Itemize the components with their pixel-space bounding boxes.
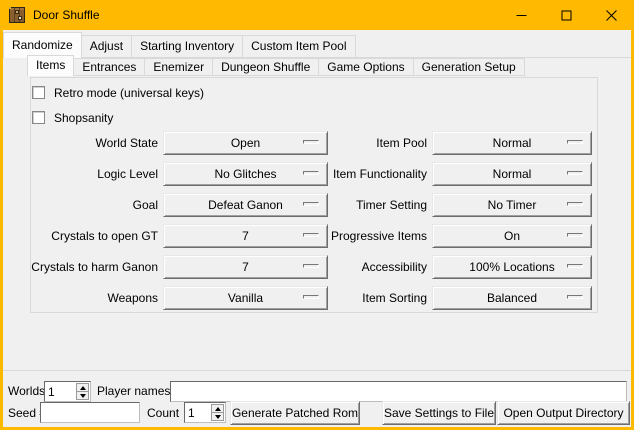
- crystals-ganon-label: Crystals to harm Ganon: [24, 255, 158, 279]
- spin-down-icon[interactable]: [211, 412, 224, 421]
- count-spinbox[interactable]: [184, 402, 226, 423]
- seed-input[interactable]: [40, 402, 140, 423]
- accessibility-value: 100% Locations: [469, 260, 554, 274]
- logic-level-dropdown[interactable]: No Glitches: [163, 162, 328, 186]
- minimize-icon: [516, 10, 527, 21]
- accessibility-dropdown[interactable]: 100% Locations: [432, 255, 592, 279]
- crystals-gt-dropdown[interactable]: 7: [163, 224, 328, 248]
- weapons-value: Vanilla: [228, 291, 263, 305]
- dropdown-indicator-icon: [303, 140, 319, 144]
- dropdown-indicator-icon: [567, 171, 583, 175]
- worlds-spinbox[interactable]: [44, 381, 91, 402]
- logic-level-label: Logic Level: [24, 162, 158, 186]
- dropdown-indicator-icon: [303, 233, 319, 237]
- tab-enemizer[interactable]: Enemizer: [144, 58, 213, 75]
- dropdown-indicator-icon: [567, 233, 583, 237]
- tab-game-options[interactable]: Game Options: [318, 58, 413, 75]
- dropdown-indicator-icon: [303, 295, 319, 299]
- dropdown-indicator-icon: [567, 140, 583, 144]
- window-controls: [499, 0, 634, 30]
- world-state-value: Open: [231, 136, 260, 150]
- spin-down-icon[interactable]: [76, 391, 89, 400]
- checkbox-box-icon: [32, 111, 45, 124]
- tab-entrances[interactable]: Entrances: [73, 58, 145, 75]
- timer-setting-label: Timer Setting: [322, 193, 427, 217]
- dropdown-indicator-icon: [567, 264, 583, 268]
- goal-dropdown[interactable]: Defeat Ganon: [163, 193, 328, 217]
- checkbox-box-icon: [32, 86, 45, 99]
- progressive-items-label: Progressive Items: [322, 224, 427, 248]
- count-label: Count: [147, 403, 179, 424]
- maximize-icon: [561, 10, 572, 21]
- dropdown-indicator-icon: [303, 171, 319, 175]
- spin-buttons: [76, 383, 89, 400]
- shopsanity-checkbox[interactable]: Shopsanity: [32, 110, 113, 125]
- minimize-button[interactable]: [499, 0, 544, 30]
- worlds-input[interactable]: [46, 383, 75, 400]
- tab-dungeon-shuffle[interactable]: Dungeon Shuffle: [212, 58, 319, 75]
- item-sorting-value: Balanced: [487, 291, 537, 305]
- tab-custom-item-pool[interactable]: Custom Item Pool: [242, 35, 355, 57]
- crystals-ganon-value: 7: [242, 260, 249, 274]
- player-names-input[interactable]: [170, 381, 627, 402]
- item-pool-dropdown[interactable]: Normal: [432, 131, 592, 155]
- window-title: Door Shuffle: [33, 8, 100, 22]
- main-tab-strip: Randomize Adjust Starting Inventory Cust…: [3, 33, 631, 58]
- logic-level-value: No Glitches: [214, 167, 276, 181]
- dropdown-indicator-icon: [567, 295, 583, 299]
- retro-mode-checkbox[interactable]: Retro mode (universal keys): [32, 85, 204, 100]
- weapons-label: Weapons: [24, 286, 158, 310]
- timer-setting-dropdown[interactable]: No Timer: [432, 193, 592, 217]
- item-functionality-dropdown[interactable]: Normal: [432, 162, 592, 186]
- item-functionality-value: Normal: [493, 167, 532, 181]
- tab-items[interactable]: Items: [27, 55, 74, 76]
- close-button[interactable]: [589, 0, 634, 30]
- progressive-items-dropdown[interactable]: On: [432, 224, 592, 248]
- item-sorting-label: Item Sorting: [322, 286, 427, 310]
- worlds-label: Worlds: [8, 381, 45, 402]
- open-output-directory-button[interactable]: Open Output Directory: [497, 401, 630, 425]
- app-door-icon: [9, 7, 25, 23]
- accessibility-label: Accessibility: [322, 255, 427, 279]
- world-state-dropdown[interactable]: Open: [163, 131, 328, 155]
- item-functionality-label: Item Functionality: [322, 162, 427, 186]
- maximize-button[interactable]: [544, 0, 589, 30]
- crystals-gt-value: 7: [242, 229, 249, 243]
- app-window: Door Shuffle Randomize Adjust Starting I…: [0, 0, 634, 430]
- crystals-gt-label: Crystals to open GT: [24, 224, 158, 248]
- dropdown-indicator-icon: [303, 264, 319, 268]
- progressive-items-value: On: [504, 229, 520, 243]
- player-names-label: Player names: [97, 381, 170, 402]
- goal-label: Goal: [24, 193, 158, 217]
- title-bar: Door Shuffle: [0, 0, 634, 30]
- generate-patched-rom-button[interactable]: Generate Patched Rom: [230, 401, 360, 425]
- item-pool-value: Normal: [493, 136, 532, 150]
- close-icon: [606, 10, 617, 21]
- shopsanity-label: Shopsanity: [54, 111, 113, 125]
- tab-starting-inventory[interactable]: Starting Inventory: [131, 35, 243, 57]
- spin-buttons: [211, 404, 224, 421]
- item-sorting-dropdown[interactable]: Balanced: [432, 286, 592, 310]
- save-settings-button[interactable]: Save Settings to File: [382, 401, 496, 425]
- world-state-label: World State: [24, 131, 158, 155]
- crystals-ganon-dropdown[interactable]: 7: [163, 255, 328, 279]
- retro-mode-label: Retro mode (universal keys): [54, 86, 204, 100]
- item-pool-label: Item Pool: [322, 131, 427, 155]
- weapons-dropdown[interactable]: Vanilla: [163, 286, 328, 310]
- goal-value: Defeat Ganon: [208, 198, 283, 212]
- timer-setting-value: No Timer: [488, 198, 537, 212]
- dropdown-indicator-icon: [567, 202, 583, 206]
- tab-generation-setup[interactable]: Generation Setup: [413, 58, 525, 75]
- count-input[interactable]: [186, 404, 210, 421]
- tab-adjust[interactable]: Adjust: [81, 35, 132, 57]
- bottom-separator: [3, 370, 631, 371]
- sub-tab-strip: Items Entrances Enemizer Dungeon Shuffle…: [27, 56, 525, 76]
- dropdown-indicator-icon: [303, 202, 319, 206]
